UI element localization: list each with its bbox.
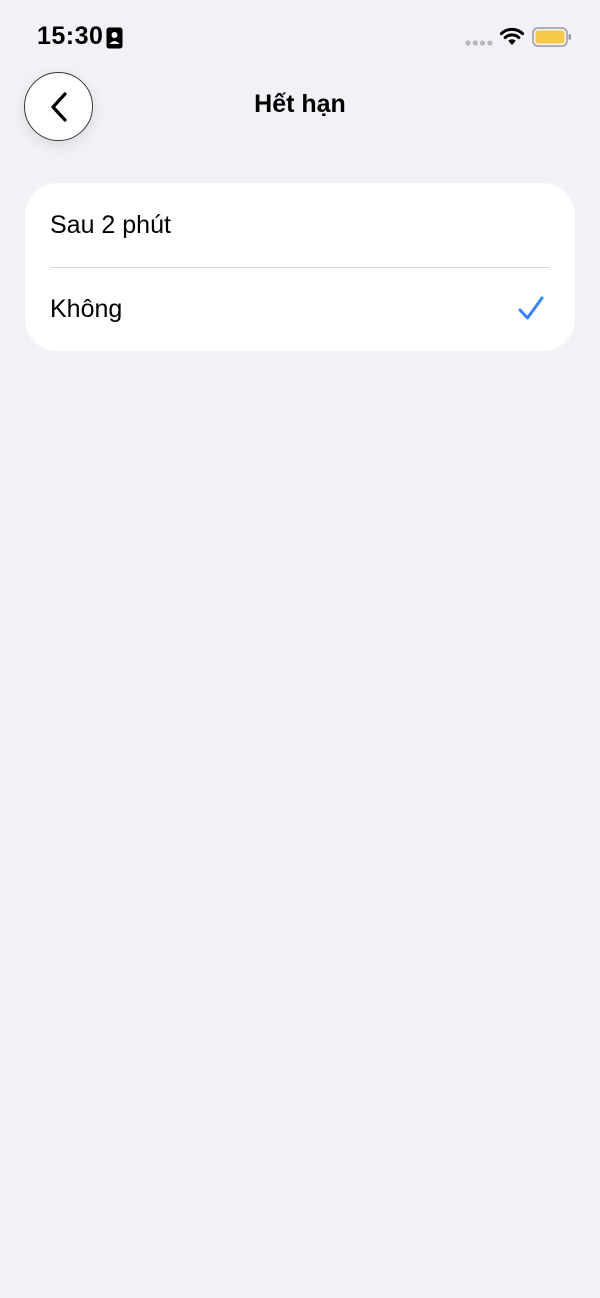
checkmark-icon	[518, 296, 544, 320]
option-never[interactable]: Không	[25, 267, 575, 351]
status-bar: 15:30	[0, 0, 600, 76]
option-label: Sau 2 phút	[50, 210, 171, 239]
option-label: Không	[50, 294, 123, 323]
screen: 15:30 Hết hạn Sau 2 phút Không	[0, 0, 600, 1298]
wifi-icon	[499, 27, 525, 45]
options-list: Sau 2 phút Không	[25, 183, 575, 351]
status-time: 15:30	[37, 22, 104, 50]
option-after-2-minutes[interactable]: Sau 2 phút	[25, 183, 575, 267]
signal-icon	[465, 40, 493, 46]
battery-icon	[532, 27, 571, 47]
id-card-icon	[106, 27, 123, 49]
page-title: Hết hạn	[254, 90, 346, 118]
